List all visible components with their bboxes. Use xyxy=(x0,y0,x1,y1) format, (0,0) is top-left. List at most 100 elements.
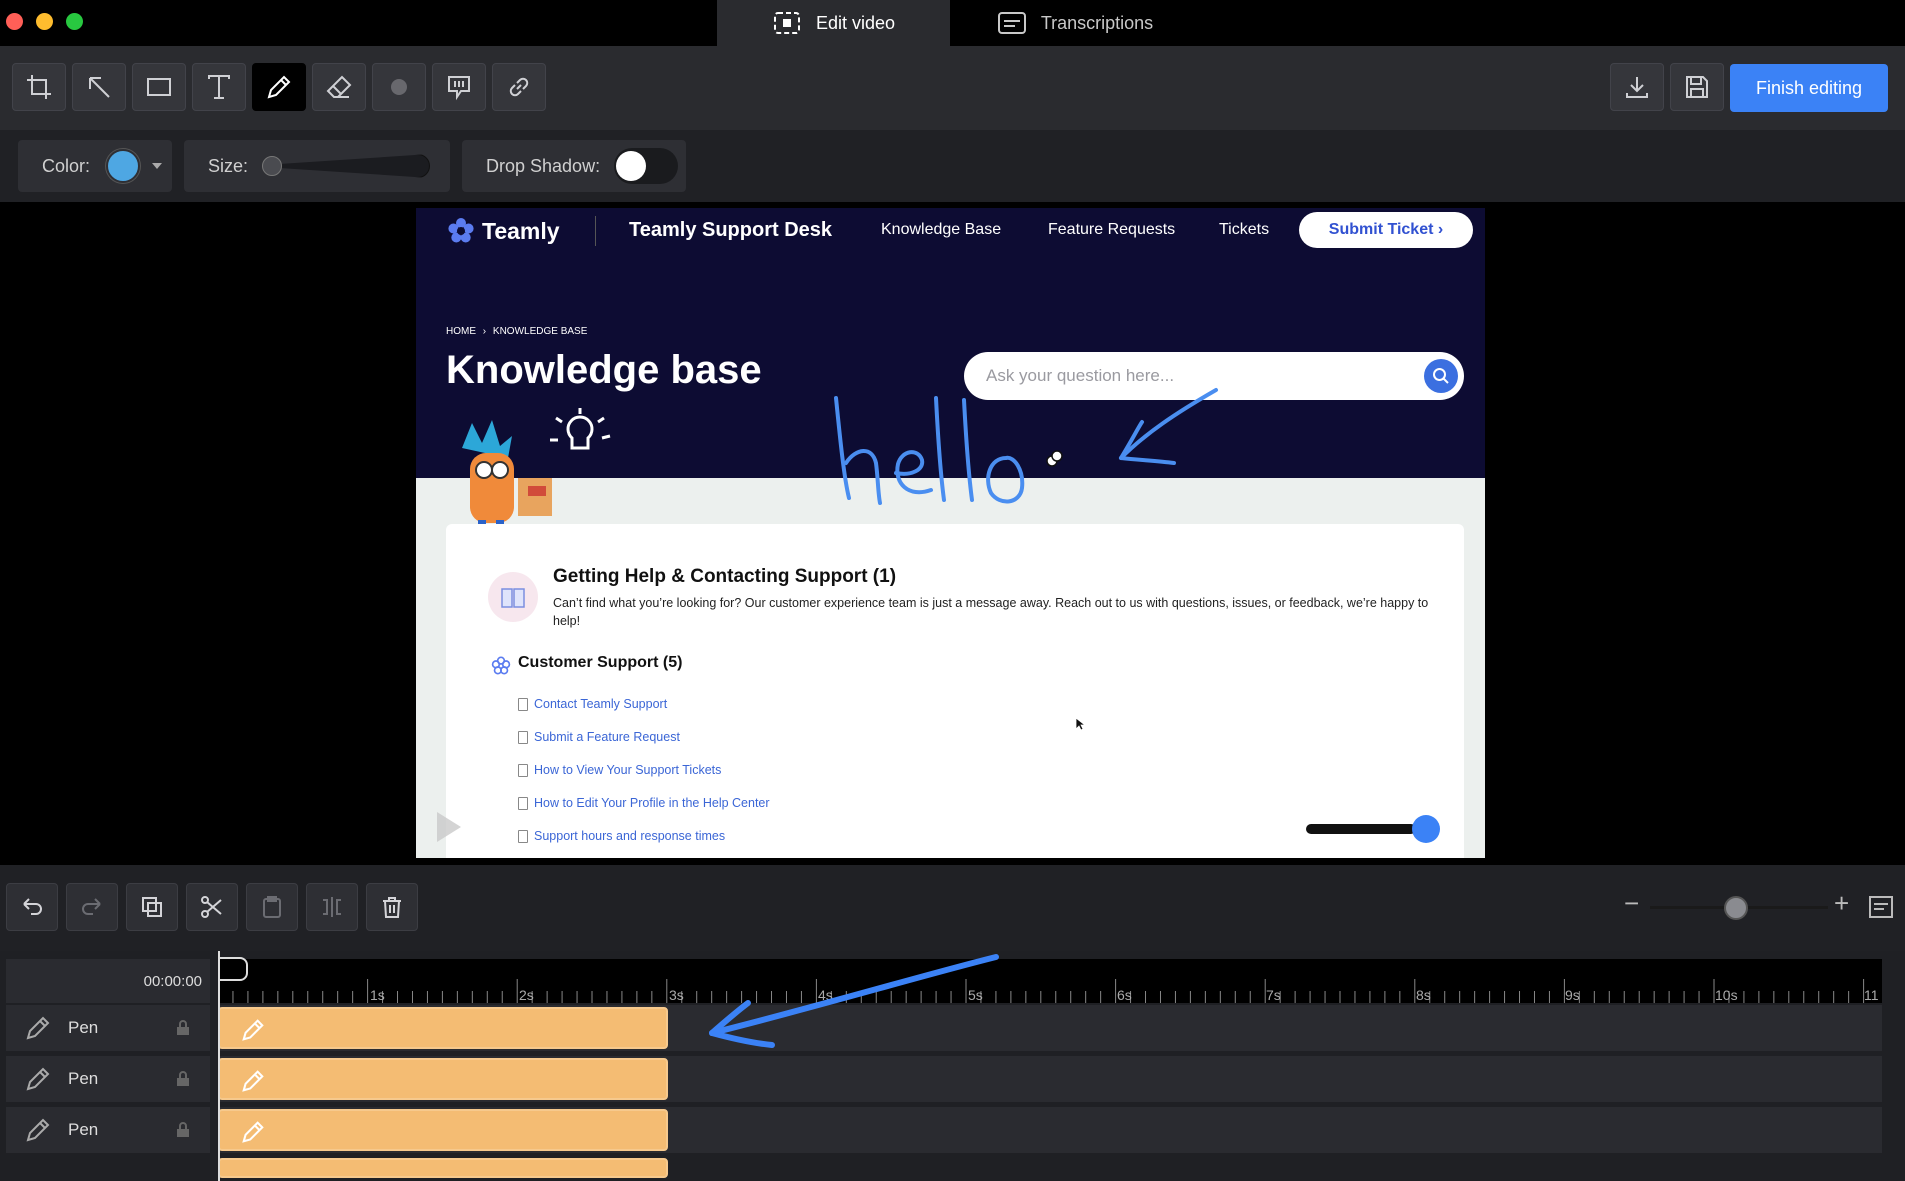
playhead[interactable] xyxy=(218,951,220,1181)
pen-tool-button[interactable] xyxy=(252,63,306,111)
track-header-pen[interactable]: Pen xyxy=(6,1056,210,1102)
lock-icon[interactable] xyxy=(176,1020,190,1036)
minimize-window-button[interactable] xyxy=(36,13,53,30)
eraser-tool-button[interactable] xyxy=(312,63,366,111)
close-window-button[interactable] xyxy=(6,13,23,30)
link-icon xyxy=(509,77,529,97)
cut-button[interactable] xyxy=(186,883,238,931)
color-picker[interactable]: Color: xyxy=(18,140,172,192)
zoom-slider-handle[interactable] xyxy=(1724,896,1748,920)
pen-icon xyxy=(26,1016,50,1040)
pen-icon xyxy=(26,1118,50,1142)
undo-icon xyxy=(23,898,42,915)
pen-icon xyxy=(26,1067,50,1091)
tick-label: 1s xyxy=(370,987,385,1003)
lock-icon[interactable] xyxy=(176,1071,190,1087)
paste-icon xyxy=(263,896,281,918)
tick-label: 6s xyxy=(1117,987,1132,1003)
track-name: Pen xyxy=(68,1018,99,1037)
crop-tool-button[interactable] xyxy=(12,63,66,111)
spotlight-tool-button[interactable] xyxy=(432,63,486,111)
pen-clip[interactable] xyxy=(218,1109,668,1151)
blur-icon xyxy=(391,79,407,95)
crop-icon xyxy=(27,75,51,99)
drop-shadow-control: Drop Shadow: xyxy=(462,140,686,192)
fit-timeline-icon[interactable] xyxy=(1868,894,1894,920)
zoom-out-button[interactable]: − xyxy=(1624,888,1639,919)
rectangle-tool-button[interactable] xyxy=(132,63,186,111)
finish-editing-button[interactable]: Finish editing xyxy=(1730,64,1888,112)
tab-transcriptions[interactable]: Transcriptions xyxy=(955,0,1195,46)
title-bar: Edit video Transcriptions xyxy=(0,0,1905,46)
pen-clip[interactable] xyxy=(218,1158,668,1178)
size-slider[interactable] xyxy=(262,153,432,179)
split-button[interactable] xyxy=(306,883,358,931)
zoom-in-button[interactable]: + xyxy=(1834,888,1849,919)
size-label: Size: xyxy=(208,155,249,176)
duplicate-button[interactable] xyxy=(126,883,178,931)
track-name: Pen xyxy=(68,1069,99,1088)
tick-label: 10s xyxy=(1715,987,1738,1003)
download-icon xyxy=(1626,77,1648,98)
download-button[interactable] xyxy=(1610,63,1664,111)
split-icon xyxy=(323,897,341,917)
time-ruler[interactable]: 1s 2s 3s 4s 5s 6s 7s 8s 9s 10s 11 xyxy=(218,959,1882,1003)
color-swatch[interactable] xyxy=(106,149,141,183)
pen-icon xyxy=(242,1121,264,1143)
track-header-pen[interactable]: Pen xyxy=(6,1107,210,1153)
tool-bar xyxy=(0,46,1905,130)
pen-clip[interactable] xyxy=(218,1007,668,1049)
tab-transcriptions-label: Transcriptions xyxy=(1040,12,1154,33)
tick-label: 2s xyxy=(519,987,534,1003)
blur-tool-button[interactable] xyxy=(372,63,426,111)
timecode-text: 00:00:00 xyxy=(143,972,202,990)
save-button[interactable] xyxy=(1670,63,1724,111)
track-header-pen[interactable]: Pen xyxy=(6,1005,210,1051)
drop-shadow-label: Drop Shadow: xyxy=(486,155,601,176)
rectangle-icon xyxy=(147,78,171,96)
zoom-window-button[interactable] xyxy=(66,13,83,30)
tick-label: 11 xyxy=(1864,987,1879,1003)
redo-button[interactable] xyxy=(66,883,118,931)
timeline: 00:00:00 1s 2s 3s 4s 5s 6s 7s 8s 9s 10s … xyxy=(0,951,1905,1181)
size-slider-handle[interactable] xyxy=(262,156,283,176)
save-icon xyxy=(1686,76,1708,98)
edit-video-icon xyxy=(773,12,800,34)
undo-button[interactable] xyxy=(6,883,58,931)
playhead-handle[interactable] xyxy=(218,957,248,981)
pen-icon xyxy=(242,1070,264,1092)
video-preview[interactable]: Teamly Teamly Support Desk Knowledge Bas… xyxy=(416,208,1485,858)
pen-annotation-hello[interactable] xyxy=(416,208,1485,858)
size-slider-track xyxy=(268,154,431,178)
tick-label: 9s xyxy=(1565,987,1580,1003)
tab-edit-video[interactable]: Edit video xyxy=(717,0,950,46)
tick-label: 7s xyxy=(1266,987,1281,1003)
arrow-tool-button[interactable] xyxy=(72,63,126,111)
pen-icon xyxy=(242,1019,264,1041)
timecode: 00:00:00 xyxy=(6,959,210,1003)
timeline-arrow-annotation xyxy=(709,954,999,1048)
paste-button[interactable] xyxy=(246,883,298,931)
pen-icon xyxy=(267,75,291,99)
size-control: Size: xyxy=(184,140,450,192)
color-label: Color: xyxy=(42,155,91,176)
edit-bar xyxy=(0,865,1905,951)
delete-icon xyxy=(383,897,401,918)
options-bar: Color: Size: Drop Shadow: xyxy=(0,130,1905,202)
chevron-down-icon[interactable] xyxy=(152,163,163,169)
toggle-knob xyxy=(616,151,647,181)
text-tool-button[interactable] xyxy=(192,63,246,111)
link-tool-button[interactable] xyxy=(492,63,546,111)
eraser-icon xyxy=(326,75,352,98)
delete-button[interactable] xyxy=(366,883,418,931)
app-window: Edit video Transcriptions Finish editing… xyxy=(0,0,1905,1181)
tab-edit-video-label: Edit video xyxy=(815,12,896,33)
redo-icon xyxy=(82,898,101,915)
text-icon xyxy=(208,75,230,99)
drop-shadow-toggle[interactable] xyxy=(614,148,679,184)
tick-label: 8s xyxy=(1416,987,1431,1003)
spotlight-icon xyxy=(448,76,470,101)
pen-clip[interactable] xyxy=(218,1058,668,1100)
arrow-icon xyxy=(89,77,110,98)
lock-icon[interactable] xyxy=(176,1122,190,1138)
